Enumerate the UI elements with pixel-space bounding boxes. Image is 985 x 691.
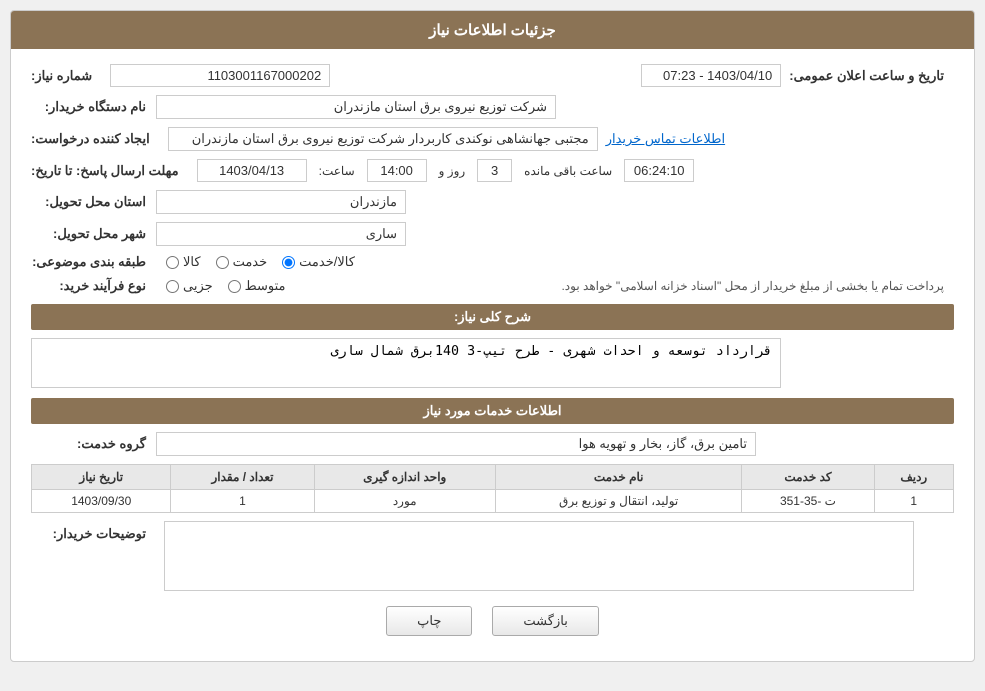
- deadline-time-label: ساعت:: [319, 164, 355, 178]
- category-goods-services[interactable]: کالا/خدمت: [282, 254, 355, 270]
- need-desc-textarea[interactable]: [31, 338, 781, 388]
- service-group-label: گروه خدمت:: [31, 436, 151, 452]
- purchase-type-minor-radio[interactable]: [166, 280, 179, 293]
- buyer-notes-label: توضیحات خریدار:: [31, 526, 151, 542]
- services-section-title: اطلاعات خدمات مورد نیاز: [31, 398, 954, 424]
- col-service-name: نام خدمت: [495, 465, 741, 490]
- table-cell: 1: [171, 490, 314, 513]
- need-number-label: شماره نیاز:: [31, 68, 97, 84]
- creator-label: ایجاد کننده درخواست:: [31, 131, 155, 147]
- announce-date-value: 1403/04/10 - 07:23: [641, 64, 781, 87]
- table-cell: 1: [874, 490, 953, 513]
- action-buttons: بازگشت چاپ: [31, 606, 954, 636]
- print-button[interactable]: چاپ: [386, 606, 472, 636]
- service-group-value: تامین برق، گاز، بخار و تهویه هوا: [156, 432, 756, 456]
- purchase-type-minor-label: جزیی: [183, 278, 213, 294]
- services-table: ردیف کد خدمت نام خدمت واحد اندازه گیری ت…: [31, 464, 954, 513]
- col-row-num: ردیف: [874, 465, 953, 490]
- deadline-label: مهلت ارسال پاسخ: تا تاریخ:: [31, 163, 184, 179]
- category-goods-radio[interactable]: [166, 256, 179, 269]
- category-service-radio[interactable]: [216, 256, 229, 269]
- buyer-org-label: نام دستگاه خریدار:: [31, 99, 151, 115]
- col-unit: واحد اندازه گیری: [314, 465, 495, 490]
- purchase-type-medium-label: متوسط: [245, 278, 286, 294]
- deadline-date: 1403/04/13: [197, 159, 307, 182]
- creator-value: مجتبی جهانشاهی نوکندی کاربردار شرکت توزی…: [168, 127, 598, 151]
- purchase-type-label: نوع فرآیند خرید:: [31, 278, 151, 294]
- back-button[interactable]: بازگشت: [492, 606, 598, 636]
- purchase-type-minor[interactable]: جزیی: [166, 278, 213, 294]
- purchase-type-text: پرداخت تمام یا بخشی از مبلغ خریدار از مح…: [296, 279, 954, 293]
- contact-link[interactable]: اطلاعات تماس خریدار: [606, 131, 725, 147]
- buyer-org-value: شرکت توزیع نیروی برق استان مازندران: [156, 95, 556, 119]
- deadline-time: 14:00: [367, 159, 427, 182]
- purchase-type-medium[interactable]: متوسط: [228, 278, 286, 294]
- category-goods-label: کالا: [183, 254, 201, 270]
- delivery-province-label: استان محل تحویل:: [31, 194, 151, 210]
- announce-date-label: تاریخ و ساعت اعلان عمومی:: [789, 68, 949, 84]
- delivery-city-label: شهر محل تحویل:: [31, 226, 151, 242]
- deadline-days-label: روز و: [439, 164, 466, 178]
- table-cell: ت -35-351: [742, 490, 874, 513]
- purchase-type-options: متوسط جزیی: [166, 278, 286, 294]
- col-service-code: کد خدمت: [742, 465, 874, 490]
- col-quantity: تعداد / مقدار: [171, 465, 314, 490]
- category-options: کالا/خدمت خدمت کالا: [166, 254, 355, 270]
- table-row: 1ت -35-351تولید، انتقال و توزیع برقمورد1…: [32, 490, 954, 513]
- table-cell: 1403/09/30: [32, 490, 171, 513]
- deadline-days: 3: [477, 159, 512, 182]
- table-cell: تولید، انتقال و توزیع برق: [495, 490, 741, 513]
- category-goods-services-label: کالا/خدمت: [299, 254, 355, 270]
- table-cell: مورد: [314, 490, 495, 513]
- col-date: تاریخ نیاز: [32, 465, 171, 490]
- remaining-label: ساعت باقی مانده: [524, 164, 612, 178]
- category-goods-services-radio[interactable]: [282, 256, 295, 269]
- page-header: جزئیات اطلاعات نیاز: [11, 11, 974, 49]
- delivery-province-value: مازندران: [156, 190, 406, 214]
- delivery-city-value: ساری: [156, 222, 406, 246]
- category-service-label: خدمت: [233, 254, 268, 270]
- need-desc-section-title: شرح کلی نیاز:: [31, 304, 954, 330]
- remaining-value: 06:24:10: [624, 159, 694, 182]
- buyer-notes-textarea[interactable]: [164, 521, 914, 591]
- category-label: طبقه بندی موضوعی:: [31, 254, 151, 270]
- need-number-value: 1103001167000202: [110, 64, 330, 87]
- category-service[interactable]: خدمت: [216, 254, 268, 270]
- category-goods[interactable]: کالا: [166, 254, 201, 270]
- purchase-type-medium-radio[interactable]: [228, 280, 241, 293]
